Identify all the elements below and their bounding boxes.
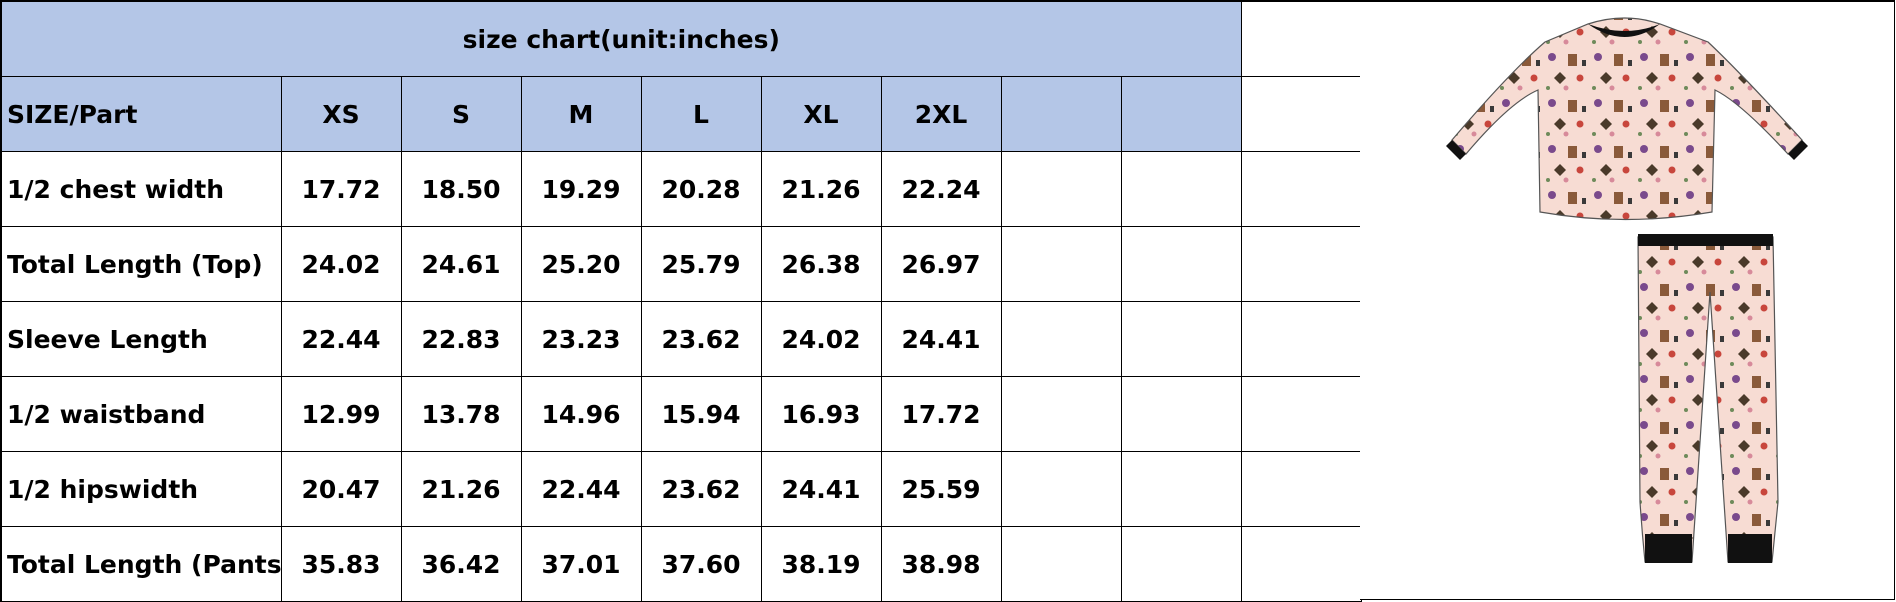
table-cell: 22.44 bbox=[280, 301, 402, 377]
table-cell: 22.83 bbox=[400, 301, 522, 377]
size-header-m: M bbox=[520, 76, 642, 152]
table-cell: 17.72 bbox=[280, 151, 402, 227]
table-cell: 24.41 bbox=[880, 301, 1002, 377]
size-chart-table: size chart(unit:inches) SIZE/Part XS S M… bbox=[0, 0, 1362, 602]
row-label: 1/2 chest width bbox=[0, 151, 282, 227]
empty-cell bbox=[1120, 526, 1242, 602]
pajama-pants bbox=[1637, 234, 1779, 563]
empty-cell bbox=[1240, 376, 1362, 452]
table-cell: 26.38 bbox=[760, 226, 882, 302]
table-row: 1/2 chest width 17.72 18.50 19.29 20.28 … bbox=[0, 151, 1362, 227]
size-header-xl: XL bbox=[760, 76, 882, 152]
empty-cell bbox=[1120, 376, 1242, 452]
empty-cell bbox=[1240, 226, 1362, 302]
table-cell: 21.26 bbox=[400, 451, 522, 527]
ankle-cuff-left bbox=[1645, 534, 1692, 563]
table-cell: 25.20 bbox=[520, 226, 642, 302]
empty-cell bbox=[1120, 226, 1242, 302]
empty-cell bbox=[1000, 226, 1122, 302]
table-cell: 37.01 bbox=[520, 526, 642, 602]
table-cell: 25.79 bbox=[640, 226, 762, 302]
table-cell: 23.62 bbox=[640, 301, 762, 377]
table-cell: 15.94 bbox=[640, 376, 762, 452]
size-header-l: L bbox=[640, 76, 762, 152]
product-image-panel bbox=[1360, 0, 1895, 600]
size-part-label: SIZE/Part bbox=[0, 76, 282, 152]
table-cell: 13.78 bbox=[400, 376, 522, 452]
table-cell: 38.98 bbox=[880, 526, 1002, 602]
table-cell: 23.23 bbox=[520, 301, 642, 377]
empty-cell bbox=[1240, 526, 1362, 602]
table-cell: 19.29 bbox=[520, 151, 642, 227]
table-cell: 24.02 bbox=[280, 226, 402, 302]
size-header-s: S bbox=[400, 76, 522, 152]
empty-cell bbox=[1120, 451, 1242, 527]
table-cell: 26.97 bbox=[880, 226, 1002, 302]
table-cell: 24.41 bbox=[760, 451, 882, 527]
empty-cell bbox=[1120, 301, 1242, 377]
empty-cell bbox=[1120, 151, 1242, 227]
table-row: 1/2 hipswidth 20.47 21.26 22.44 23.62 24… bbox=[0, 451, 1362, 527]
table-row: Sleeve Length 22.44 22.83 23.23 23.62 24… bbox=[0, 301, 1362, 377]
empty-header-cell bbox=[1120, 76, 1242, 152]
empty-cell bbox=[1240, 76, 1362, 152]
ankle-cuff-right bbox=[1728, 534, 1772, 563]
table-cell: 12.99 bbox=[280, 376, 402, 452]
table-cell: 17.72 bbox=[880, 376, 1002, 452]
empty-cell bbox=[1000, 151, 1122, 227]
table-cell: 35.83 bbox=[280, 526, 402, 602]
table-cell: 38.19 bbox=[760, 526, 882, 602]
table-cell: 36.42 bbox=[400, 526, 522, 602]
chart-title: size chart(unit:inches) bbox=[0, 0, 1242, 77]
table-cell: 22.24 bbox=[880, 151, 1002, 227]
table-cell: 22.44 bbox=[520, 451, 642, 527]
pajama-set-image bbox=[1446, 17, 1808, 563]
table-row: Total Length (Pants) 35.83 36.42 37.01 3… bbox=[0, 526, 1362, 602]
table-cell: 23.62 bbox=[640, 451, 762, 527]
table-cell: 24.61 bbox=[400, 226, 522, 302]
table-cell: 14.96 bbox=[520, 376, 642, 452]
row-label: 1/2 waistband bbox=[0, 376, 282, 452]
empty-cell bbox=[1240, 451, 1362, 527]
waistband-trim bbox=[1638, 234, 1773, 246]
title-row: size chart(unit:inches) bbox=[0, 0, 1362, 77]
table-cell: 37.60 bbox=[640, 526, 762, 602]
empty-cell bbox=[1240, 301, 1362, 377]
pajama-top bbox=[1446, 17, 1808, 221]
table-cell: 20.47 bbox=[280, 451, 402, 527]
size-header-row: SIZE/Part XS S M L XL 2XL bbox=[0, 76, 1362, 152]
table-cell: 21.26 bbox=[760, 151, 882, 227]
empty-cell bbox=[1000, 376, 1122, 452]
table-cell: 24.02 bbox=[760, 301, 882, 377]
empty-cell bbox=[1000, 451, 1122, 527]
empty-cell bbox=[1240, 0, 1362, 77]
table-row: Total Length (Top) 24.02 24.61 25.20 25.… bbox=[0, 226, 1362, 302]
table-cell: 25.59 bbox=[880, 451, 1002, 527]
size-header-xs: XS bbox=[280, 76, 402, 152]
table-cell: 16.93 bbox=[760, 376, 882, 452]
empty-cell bbox=[1000, 526, 1122, 602]
table-cell: 20.28 bbox=[640, 151, 762, 227]
row-label: Sleeve Length bbox=[0, 301, 282, 377]
empty-cell bbox=[1240, 151, 1362, 227]
table-row: 1/2 waistband 12.99 13.78 14.96 15.94 16… bbox=[0, 376, 1362, 452]
table-cell: 18.50 bbox=[400, 151, 522, 227]
empty-header-cell bbox=[1000, 76, 1122, 152]
size-header-2xl: 2XL bbox=[880, 76, 1002, 152]
row-label: 1/2 hipswidth bbox=[0, 451, 282, 527]
row-label: Total Length (Pants) bbox=[0, 526, 282, 602]
row-label: Total Length (Top) bbox=[0, 226, 282, 302]
empty-cell bbox=[1000, 301, 1122, 377]
